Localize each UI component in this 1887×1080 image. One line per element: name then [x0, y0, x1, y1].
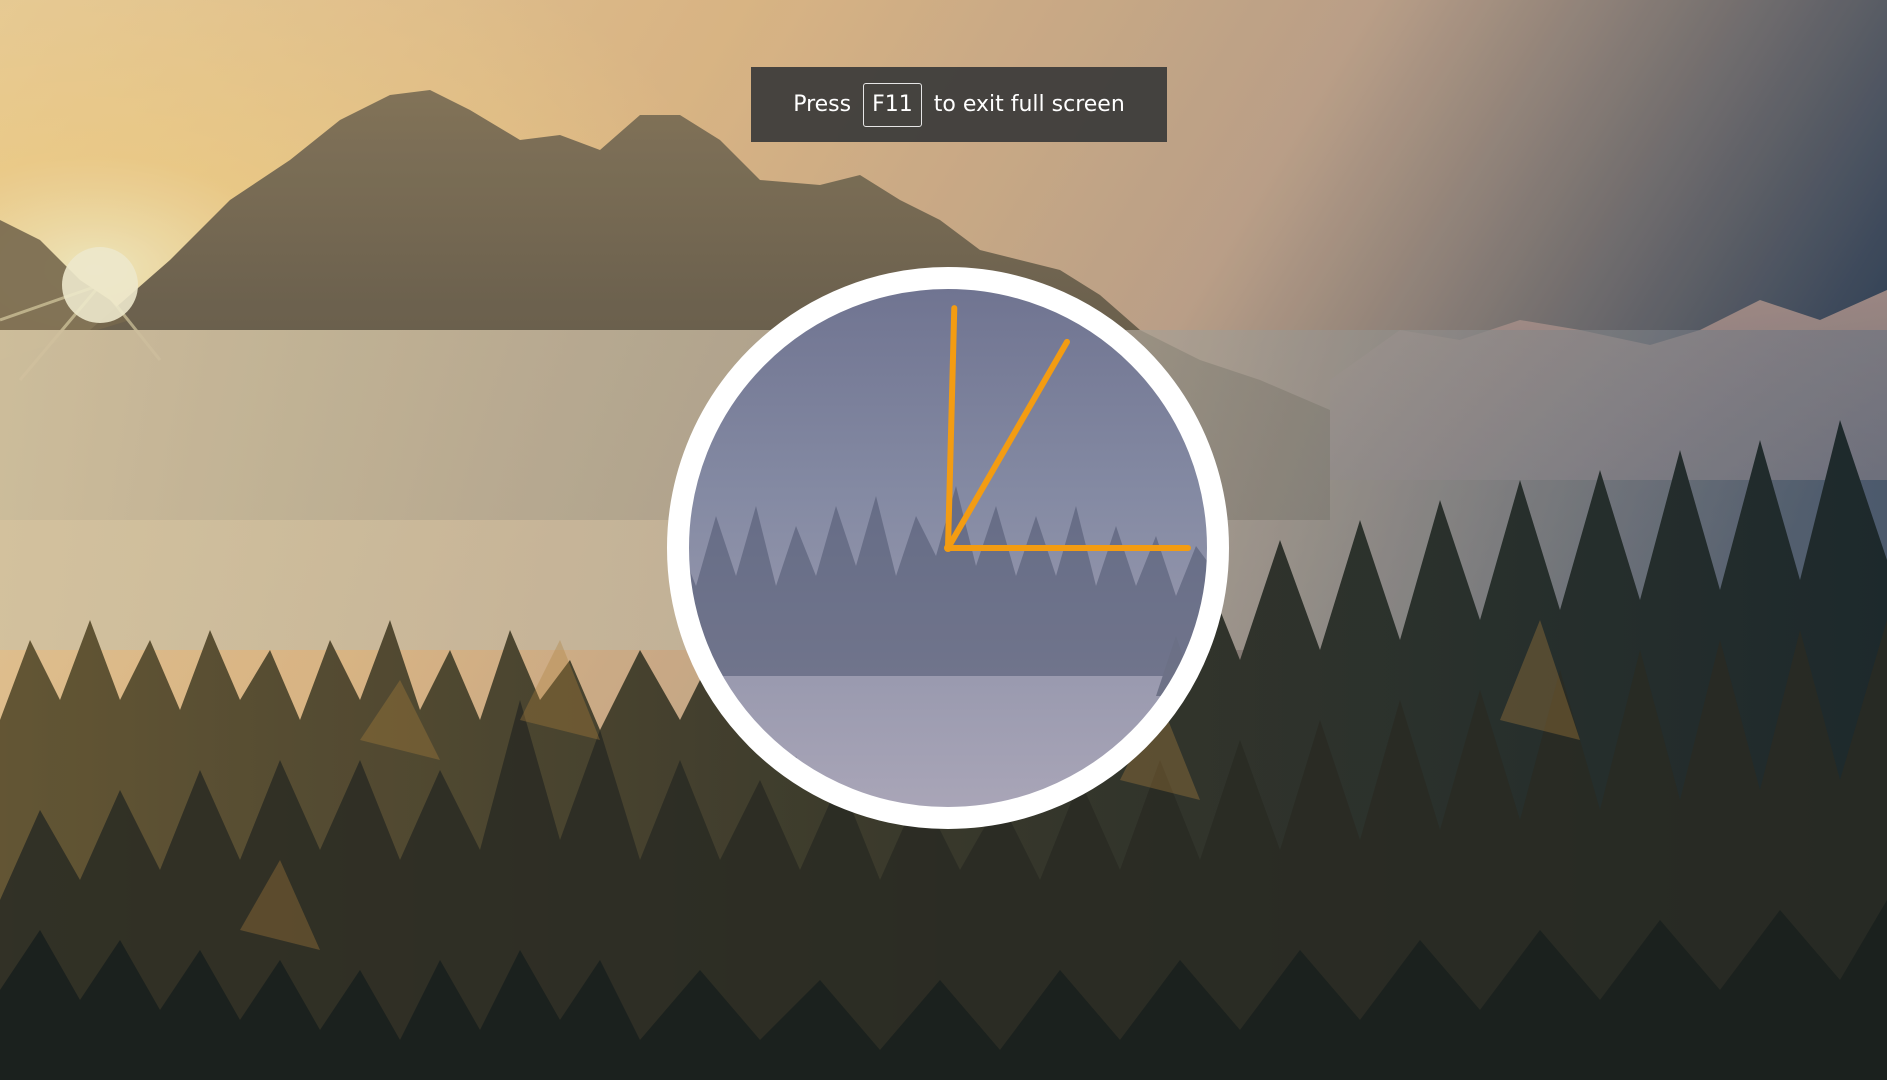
fullscreen-exit-hint: Press F11 to exit full screen — [751, 67, 1167, 142]
clock-center-pin — [944, 544, 952, 552]
clock-svg — [667, 267, 1229, 829]
hint-prefix: Press — [793, 92, 852, 117]
f11-key: F11 — [863, 82, 922, 127]
analog-clock — [656, 256, 1240, 840]
hint-suffix: to exit full screen — [933, 92, 1125, 117]
